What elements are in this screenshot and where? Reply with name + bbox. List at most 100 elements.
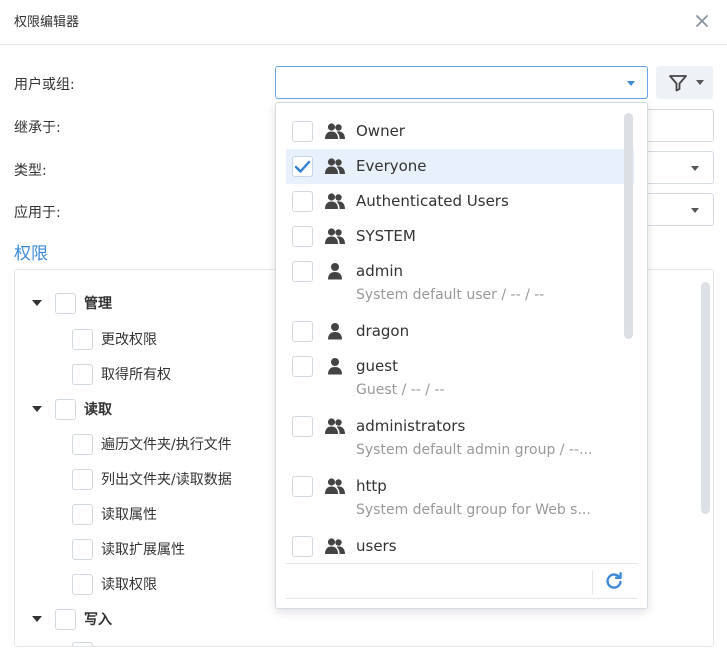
- checkbox[interactable]: [72, 538, 93, 560]
- dialog-header: 权限编辑器: [0, 0, 727, 45]
- group-icon: [324, 192, 346, 210]
- tree-node-manage[interactable]: 管理: [32, 291, 112, 315]
- checkbox[interactable]: [55, 398, 76, 420]
- checkbox[interactable]: [72, 363, 93, 385]
- dropdown-item-name: dragon: [356, 322, 410, 340]
- dropdown-item-system[interactable]: SYSTEM: [286, 219, 634, 254]
- dropdown-item-administrators[interactable]: administrators System default admin group…: [286, 409, 634, 469]
- checkbox[interactable]: [72, 468, 93, 490]
- refresh-icon[interactable]: [604, 571, 624, 591]
- dropdown-item-description: System default group for Web s...: [356, 502, 591, 518]
- checkbox[interactable]: [292, 536, 313, 557]
- dialog-title: 权限编辑器: [14, 15, 80, 30]
- tree-leaf-read-ext-attributes[interactable]: 读取扩展属性: [72, 537, 185, 561]
- group-icon: [324, 417, 346, 435]
- tree-node-read[interactable]: 读取: [32, 397, 112, 421]
- dropdown-item-dragon[interactable]: dragon: [286, 314, 634, 349]
- dropdown-item-description: System default admin group / --...: [356, 442, 593, 458]
- checkbox[interactable]: [72, 573, 93, 595]
- dropdown-item-name: http: [356, 477, 387, 495]
- caret-down-icon[interactable]: [32, 406, 42, 412]
- applies-to-label: 应用于:: [14, 205, 61, 221]
- chevron-down-icon: [691, 208, 699, 213]
- filter-button[interactable]: [656, 66, 713, 99]
- dropdown-item-name: SYSTEM: [356, 227, 416, 245]
- chevron-down-icon: [691, 166, 699, 171]
- tree-leaf-label: 取得所有权: [101, 367, 171, 383]
- dropdown-footer: [286, 563, 638, 599]
- checkbox[interactable]: [292, 226, 313, 247]
- checkbox[interactable]: [292, 156, 313, 177]
- checkbox[interactable]: [72, 641, 93, 646]
- tree-leaf-label: 更改权限: [101, 332, 157, 348]
- tree-node-label: 读取: [84, 402, 112, 418]
- user-group-dropdown: Owner Everyone Authenticated Users SYSTEM ad…: [275, 102, 648, 609]
- checkbox[interactable]: [292, 476, 313, 497]
- checkbox[interactable]: [72, 503, 93, 525]
- permissions-scrollbar[interactable]: [701, 282, 710, 514]
- user-icon: [324, 262, 346, 280]
- tree-node-label: 写入: [84, 612, 112, 628]
- tree-leaf-label: 读取属性: [101, 507, 157, 523]
- checkbox[interactable]: [55, 292, 76, 314]
- tree-leaf-partial[interactable]: [72, 640, 93, 646]
- checkbox[interactable]: [292, 356, 313, 377]
- dropdown-item-name: administrators: [356, 417, 466, 435]
- tree-leaf-read-permissions[interactable]: 读取权限: [72, 572, 157, 596]
- dropdown-item-owner[interactable]: Owner: [286, 114, 634, 149]
- chevron-down-icon: [696, 80, 704, 85]
- dropdown-item-name: users: [356, 537, 397, 555]
- tree-leaf-label: 读取扩展属性: [101, 542, 185, 558]
- caret-down-icon[interactable]: [32, 300, 42, 306]
- checkbox[interactable]: [292, 321, 313, 342]
- dropdown-item-users[interactable]: users: [286, 529, 634, 564]
- close-icon[interactable]: [691, 10, 713, 32]
- inherited-from-label: 继承于:: [14, 120, 61, 136]
- permissions-title: 权限: [14, 244, 48, 264]
- divider: [592, 570, 593, 594]
- tree-node-write[interactable]: 写入: [32, 607, 112, 631]
- checkbox[interactable]: [292, 416, 313, 437]
- dropdown-item-authenticated-users[interactable]: Authenticated Users: [286, 184, 634, 219]
- checkbox[interactable]: [55, 608, 76, 630]
- tree-leaf-label: 读取权限: [101, 577, 157, 593]
- caret-down-icon[interactable]: [32, 616, 42, 622]
- tree-leaf-label: 列出文件夹/读取数据: [101, 472, 232, 488]
- tree-leaf-take-ownership[interactable]: 取得所有权: [72, 362, 171, 386]
- dropdown-item-admin[interactable]: admin System default user / -- / --: [286, 254, 634, 314]
- tree-node-label: 管理: [84, 296, 112, 312]
- group-icon: [324, 227, 346, 245]
- tree-leaf-label: 遍历文件夹/执行文件: [101, 437, 232, 453]
- tree-leaf-change-permissions[interactable]: 更改权限: [72, 327, 157, 351]
- user-or-group-combobox[interactable]: [275, 66, 648, 99]
- dropdown-item-description: System default user / -- / --: [356, 287, 545, 303]
- dropdown-item-name: Everyone: [356, 157, 427, 175]
- filter-icon: [669, 75, 687, 92]
- type-label: 类型:: [14, 163, 47, 179]
- dropdown-item-everyone[interactable]: Everyone: [286, 149, 634, 184]
- group-icon: [324, 537, 346, 555]
- dropdown-scrollbar[interactable]: [624, 113, 633, 339]
- checkmark-icon: [294, 160, 311, 173]
- group-icon: [324, 477, 346, 495]
- user-icon: [324, 322, 346, 340]
- dropdown-item-http[interactable]: http System default group for Web s...: [286, 469, 634, 529]
- tree-leaf-traverse[interactable]: 遍历文件夹/执行文件: [72, 432, 232, 456]
- chevron-down-icon[interactable]: [627, 81, 635, 86]
- checkbox[interactable]: [72, 328, 93, 350]
- user-icon: [324, 357, 346, 375]
- checkbox[interactable]: [72, 433, 93, 455]
- tree-leaf-read-attributes[interactable]: 读取属性: [72, 502, 157, 526]
- dropdown-item-description: Guest / -- / --: [356, 382, 445, 398]
- group-icon: [324, 157, 346, 175]
- checkbox[interactable]: [292, 191, 313, 212]
- checkbox[interactable]: [292, 121, 313, 142]
- group-icon: [324, 122, 346, 140]
- tree-leaf-list-folder[interactable]: 列出文件夹/读取数据: [72, 467, 232, 491]
- dropdown-item-name: Owner: [356, 122, 405, 140]
- checkbox[interactable]: [292, 261, 313, 282]
- dropdown-item-guest[interactable]: guest Guest / -- / --: [286, 349, 634, 409]
- dropdown-item-name: admin: [356, 262, 403, 280]
- dropdown-item-name: Authenticated Users: [356, 192, 509, 210]
- user-or-group-label: 用户或组:: [14, 77, 75, 93]
